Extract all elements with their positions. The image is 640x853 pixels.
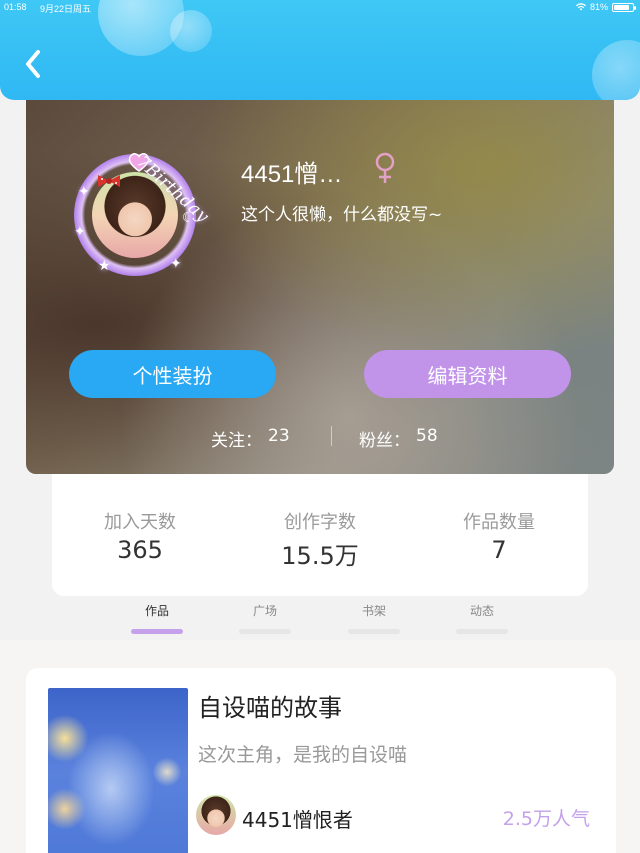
tab-indicator	[239, 629, 291, 634]
tab-label: 作品	[144, 604, 169, 618]
tab-label: 书架	[361, 604, 386, 618]
star-icon: ✦	[170, 256, 182, 272]
battery-fill	[614, 4, 629, 10]
tab-bookshelf[interactable]: 书架	[344, 602, 404, 634]
fans-count[interactable]: 粉丝： 58	[359, 426, 438, 451]
star-icon: ★	[98, 258, 111, 274]
female-icon	[375, 152, 395, 183]
divider	[331, 426, 332, 446]
tab-activity[interactable]: 动态	[452, 602, 512, 634]
top-header: 01:58 9月22日周五 81%	[0, 0, 640, 100]
tab-indicator	[348, 629, 400, 634]
stat-value: 15.5万	[281, 542, 359, 570]
chevron-left-icon	[26, 50, 40, 78]
battery-percent: 81%	[589, 2, 608, 12]
following-count[interactable]: 关注： 23	[211, 426, 290, 451]
stats-card: 加入天数 365 创作字数 15.5万 作品数量 7	[52, 474, 588, 596]
author-name: 4451憎恨者	[242, 808, 353, 832]
tab-works[interactable]: 作品	[127, 602, 187, 634]
tab-label: 动态	[469, 604, 494, 618]
work-card[interactable]: 自设喵的故事 这次主角，是我的自设喵 4451憎恨者 2.5万人气	[26, 668, 616, 853]
avatar[interactable]: ✦ ✦ ★ ✦ ☾ 7Birthday	[72, 124, 213, 276]
decorative-bubble	[170, 10, 212, 52]
popularity-count: 2.5万人气	[502, 808, 590, 830]
stat-label: 加入天数	[104, 512, 176, 533]
profile-card: ✦ ✦ ★ ✦ ☾ 7Birthday 4451憎… 这个人很懒，什么都没写~ …	[26, 100, 614, 474]
stat-work-count: 作品数量 7	[419, 508, 579, 564]
user-name: 4451憎…	[241, 161, 343, 188]
stat-join-days: 加入天数 365	[60, 508, 220, 564]
tab-label: 广场	[252, 604, 277, 618]
bow-icon	[98, 175, 120, 187]
tab-indicator	[131, 629, 183, 634]
following-value: 23	[268, 426, 290, 446]
work-description: 这次主角，是我的自设喵	[198, 744, 408, 766]
stat-word-count: 创作字数 15.5万	[240, 508, 400, 571]
follow-stats: 关注： 23 粉丝： 58	[26, 422, 614, 452]
work-cover-image[interactable]	[48, 688, 188, 853]
decorative-bubble	[592, 40, 640, 100]
following-label: 关注：	[211, 431, 262, 451]
fans-value: 58	[416, 426, 438, 446]
back-button[interactable]	[20, 46, 50, 82]
status-bar: 01:58 9月22日周五 81%	[0, 0, 640, 16]
status-indicators: 81%	[575, 2, 636, 12]
stat-label: 作品数量	[463, 512, 535, 533]
profile-tabs: 作品 广场 书架 动态	[0, 596, 640, 640]
status-date: 9月22日周五	[40, 4, 92, 14]
wifi-icon	[575, 3, 586, 11]
dressup-button[interactable]: 个性装扮	[69, 350, 276, 398]
tab-indicator	[456, 629, 508, 634]
status-time: 01:58	[4, 2, 27, 12]
star-icon: ✦	[78, 184, 90, 200]
stat-label: 创作字数	[284, 512, 356, 533]
edit-profile-button[interactable]: 编辑资料	[364, 350, 571, 398]
work-title[interactable]: 自设喵的故事	[198, 688, 342, 723]
battery-icon	[612, 2, 636, 12]
user-bio: 这个人很懒，什么都没写~	[241, 205, 443, 225]
stat-value: 7	[491, 536, 507, 564]
author-avatar[interactable]	[196, 795, 236, 835]
star-icon: ✦	[74, 224, 86, 240]
stat-value: 365	[117, 536, 163, 564]
fans-label: 粉丝：	[359, 431, 410, 451]
tab-square[interactable]: 广场	[235, 602, 295, 634]
